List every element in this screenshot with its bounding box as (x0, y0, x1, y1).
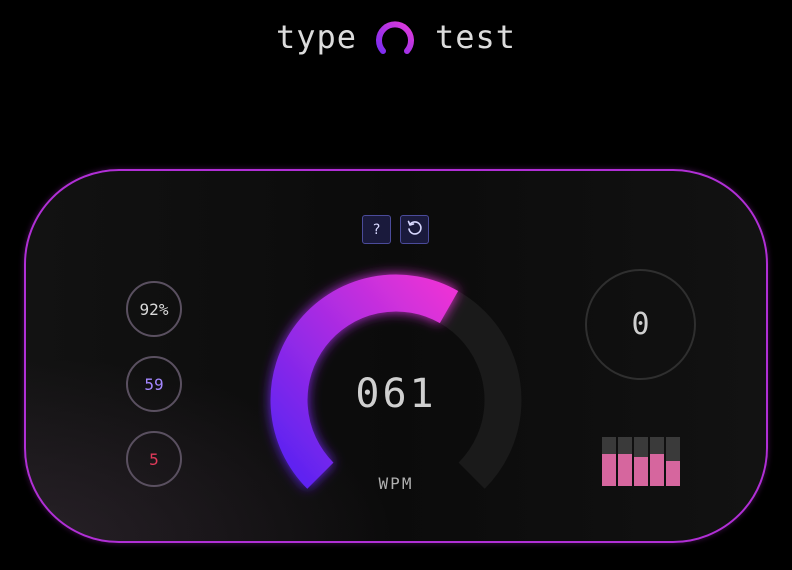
restart-button[interactable] (400, 215, 429, 244)
help-button[interactable]: ? (362, 215, 391, 244)
app-title: type test (0, 14, 792, 60)
title-right: test (435, 18, 517, 56)
level-bar-fill (634, 457, 648, 486)
restart-icon (406, 219, 424, 241)
errors-value: 5 (149, 449, 159, 469)
level-bar (634, 437, 648, 486)
level-bar (650, 437, 664, 486)
level-bar (602, 437, 616, 486)
errors-stat: 5 (126, 431, 182, 487)
level-bar-fill (602, 454, 616, 486)
loading-ring-icon (373, 18, 417, 62)
accuracy-value: 92% (139, 299, 169, 319)
wpm-value: 061 (355, 371, 437, 417)
timer-value: 0 (631, 307, 650, 342)
help-label: ? (372, 221, 381, 238)
level-bar (618, 437, 632, 486)
level-bar-fill (618, 454, 632, 486)
accuracy-stat: 92% (126, 281, 182, 337)
progress-bars (602, 437, 682, 486)
cpm-value: 59 (144, 374, 164, 394)
cpm-stat: 59 (126, 356, 182, 412)
level-bar (666, 437, 680, 486)
timer-display: 0 (585, 269, 696, 380)
wpm-label: WPM (378, 474, 414, 493)
level-bar-fill (650, 454, 664, 486)
level-bar-fill (666, 461, 680, 486)
title-left: type (275, 18, 357, 56)
